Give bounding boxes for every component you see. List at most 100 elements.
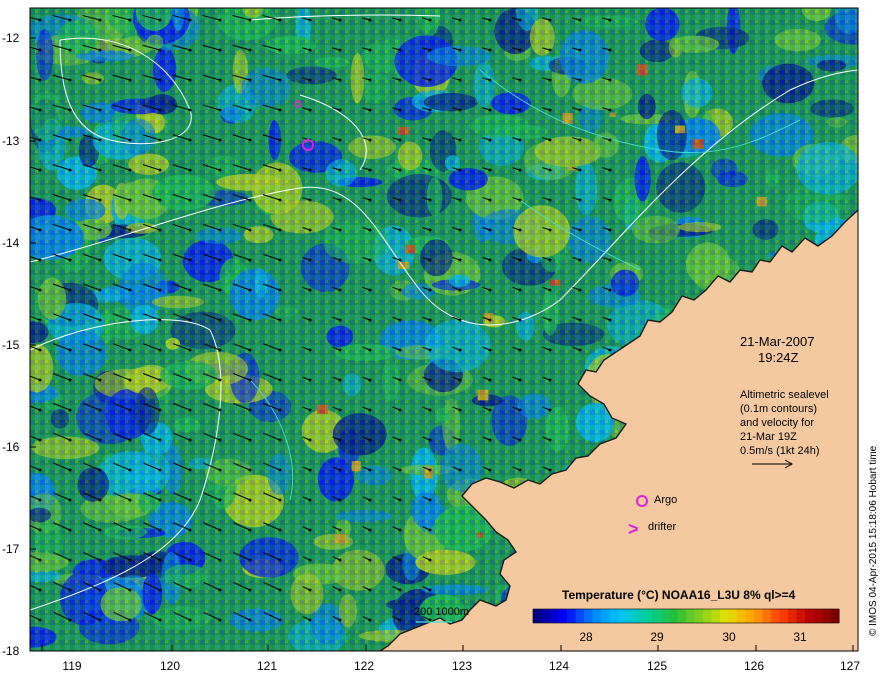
vector-origin xyxy=(368,378,372,382)
vector-origin xyxy=(278,78,282,82)
vector-origin xyxy=(368,48,372,52)
vector-origin xyxy=(398,258,402,262)
altimetry-note-line: (0.1m contours) xyxy=(740,403,817,415)
vector-origin xyxy=(38,228,42,232)
vector-origin xyxy=(158,288,162,292)
vector-origin xyxy=(38,558,42,562)
ocean-temperature-map: -12 -13 -14 -15 -16 -17 -18 119 120 121 … xyxy=(2,7,879,673)
vector-origin xyxy=(158,438,162,442)
colorbar-cell xyxy=(762,609,772,623)
vector-origin xyxy=(68,408,72,412)
vector-origin xyxy=(338,528,342,532)
vector-origin xyxy=(188,558,192,562)
vector-origin xyxy=(68,78,72,82)
vector-origin xyxy=(158,528,162,532)
time-label: 19:24Z xyxy=(758,350,799,365)
vector-origin xyxy=(548,288,552,292)
vector-origin xyxy=(398,348,402,352)
vector-origin xyxy=(458,78,462,82)
lat-label: -17 xyxy=(2,542,20,556)
vector-origin xyxy=(308,528,312,532)
vector-origin xyxy=(308,588,312,592)
vector-origin xyxy=(278,288,282,292)
vector-origin xyxy=(608,198,612,202)
colorbar-cell xyxy=(813,609,823,623)
vector-origin xyxy=(158,558,162,562)
vector-origin xyxy=(38,438,42,442)
vector-origin xyxy=(518,438,522,442)
vector-origin xyxy=(398,48,402,52)
vector-origin xyxy=(98,258,102,262)
vector-origin xyxy=(38,78,42,82)
vector-origin xyxy=(128,558,132,562)
vector-origin xyxy=(578,18,582,22)
vector-origin xyxy=(128,408,132,412)
vector-origin xyxy=(398,498,402,502)
vector-origin xyxy=(518,288,522,292)
vector-origin xyxy=(98,348,102,352)
vector-origin xyxy=(398,588,402,592)
vector-origin xyxy=(278,168,282,172)
vector-origin xyxy=(278,348,282,352)
vector-origin xyxy=(428,588,432,592)
vector-origin xyxy=(38,108,42,112)
colorbar-cell xyxy=(626,609,636,623)
vector-origin xyxy=(98,18,102,22)
vector-origin xyxy=(128,438,132,442)
vector-origin xyxy=(188,138,192,142)
vector-origin xyxy=(338,438,342,442)
vector-origin xyxy=(278,48,282,52)
vector-origin xyxy=(548,138,552,142)
vector-origin xyxy=(278,198,282,202)
altimetry-note-line: 21-Mar 19Z xyxy=(740,431,797,443)
vector-origin xyxy=(368,288,372,292)
vector-origin xyxy=(278,438,282,442)
vector-origin xyxy=(608,138,612,142)
vector-origin xyxy=(608,318,612,322)
vector-origin xyxy=(578,108,582,112)
vector-origin xyxy=(248,468,252,472)
colorbar-cell xyxy=(779,609,789,623)
colorbar-cell xyxy=(533,609,542,623)
vector-origin xyxy=(308,618,312,622)
vector-origin xyxy=(488,198,492,202)
vector-origin xyxy=(248,378,252,382)
vector-origin xyxy=(308,78,312,82)
vector-origin xyxy=(98,78,102,82)
vector-origin xyxy=(338,618,342,622)
lon-label: 120 xyxy=(160,659,180,673)
vector-origin xyxy=(188,468,192,472)
vector-origin xyxy=(248,108,252,112)
vector-origin xyxy=(308,468,312,472)
vector-origin xyxy=(158,408,162,412)
vector-origin xyxy=(68,438,72,442)
vector-origin xyxy=(368,318,372,322)
lat-label: -18 xyxy=(2,644,20,658)
vector-origin xyxy=(608,228,612,232)
vector-origin xyxy=(608,48,612,52)
vector-origin xyxy=(308,228,312,232)
vector-origin xyxy=(488,288,492,292)
vector-origin xyxy=(428,408,432,412)
colorbar-cell xyxy=(550,609,559,623)
depth-label: 200 1000m xyxy=(414,606,469,618)
vector-origin xyxy=(428,228,432,232)
vector-origin xyxy=(248,408,252,412)
vector-origin xyxy=(68,48,72,52)
colorbar-cell xyxy=(796,609,806,623)
vector-origin xyxy=(158,588,162,592)
vector-origin xyxy=(518,258,522,262)
colorbar-cell xyxy=(822,609,831,623)
vector-origin xyxy=(38,288,42,292)
vector-origin xyxy=(248,528,252,532)
vector-origin xyxy=(338,588,342,592)
colorbar-cell xyxy=(669,609,678,623)
vector-origin xyxy=(398,198,402,202)
vector-origin xyxy=(368,618,372,622)
vector-origin xyxy=(68,258,72,262)
vector-origin xyxy=(368,348,372,352)
colorbar-cell xyxy=(592,609,602,623)
vector-origin xyxy=(578,228,582,232)
colorbar-cell xyxy=(677,609,687,623)
vector-origin xyxy=(368,438,372,442)
